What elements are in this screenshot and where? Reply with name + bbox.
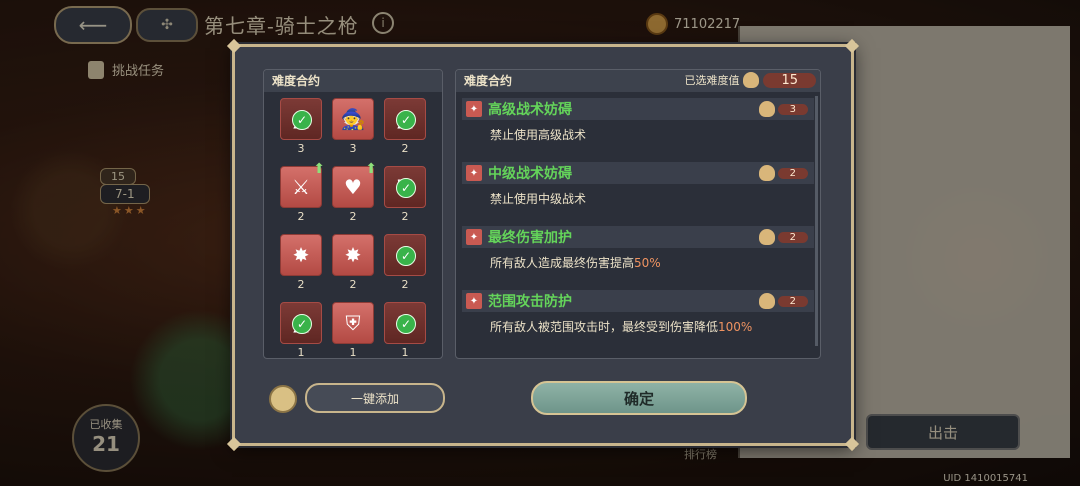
contract-icon-cell[interactable]: ⛨✓ 2 <box>384 166 426 224</box>
skull-icon <box>743 72 760 88</box>
auto-add-icon[interactable] <box>269 385 297 413</box>
contract-icon-grid: ▲✓3🧙3▲✓2⚔⬆2♥⬆2⛨✓2✸2✸2✸✓2▲✓1⛨1♥✓1 <box>280 98 426 359</box>
skull-icon <box>758 293 775 309</box>
clause-icon: ✦ <box>466 229 482 245</box>
contract-icon-cell[interactable]: ▲✓ 3 <box>280 98 322 156</box>
scrollbar[interactable] <box>815 96 818 346</box>
contract-cost: 2 <box>401 210 409 223</box>
clause-desc-highlight: 50% <box>634 256 661 270</box>
contract-tile[interactable]: ♥✓ <box>384 302 426 344</box>
contract-cost: 2 <box>297 278 305 291</box>
difficulty-contract-modal: 难度合约 ▲✓3🧙3▲✓2⚔⬆2♥⬆2⛨✓2✸2✸2✸✓2▲✓1⛨1♥✓1 难度… <box>226 38 860 452</box>
contract-icon-cell[interactable]: ✸ 2 <box>332 234 374 292</box>
contract-cost: 1 <box>401 346 409 359</box>
clause-cost: 3 <box>758 101 808 117</box>
contract-tile[interactable]: ✸ <box>332 234 374 276</box>
clause-cost-value: 2 <box>777 231 808 243</box>
contract-cost: 1 <box>297 346 305 359</box>
selected-difficulty-label: 已选难度值 <box>684 74 740 87</box>
contract-cost: 2 <box>297 210 305 223</box>
clause-cost: 2 <box>758 293 808 309</box>
clause-cost-value: 2 <box>777 167 808 179</box>
contract-icon-cell[interactable]: 🧙 3 <box>332 98 374 156</box>
clause-desc-text: 所有敌人造成最终伤害提高 <box>490 256 635 270</box>
one-click-add-button[interactable]: 一键添加 <box>305 383 445 413</box>
contract-icon-cell[interactable]: ✸✓ 2 <box>384 234 426 292</box>
contract-tile[interactable]: ▲✓ <box>280 98 322 140</box>
selected-check-icon: ✓ <box>396 314 416 334</box>
contract-tile[interactable]: ⛨ <box>332 302 374 344</box>
skull-icon <box>758 165 775 181</box>
clause-name: 高级战术妨碍 <box>488 102 572 118</box>
clause-header: ✦ 最终伤害加护 2 <box>462 226 814 248</box>
contract-clause[interactable]: ✦ 中级战术妨碍 2 禁止使用中级战术 <box>462 162 814 207</box>
clause-name: 中级战术妨碍 <box>488 166 572 182</box>
contract-cost: 2 <box>349 278 357 291</box>
contract-icon-cell[interactable]: ⚔ ⬆ 2 <box>280 161 325 224</box>
contract-cost: 2 <box>349 210 357 223</box>
clause-header: ✦ 高级战术妨碍 3 <box>462 98 814 120</box>
selected-check-icon: ✓ <box>396 178 416 198</box>
contract-icon-cell[interactable]: ⛨ 1 <box>332 302 374 359</box>
contract-glyph-icon: ✸ <box>292 243 310 267</box>
clause-header: ✦ 范围攻击防护 2 <box>462 290 814 312</box>
contract-clause[interactable]: ✦ 最终伤害加护 2 所有敌人造成最终伤害提高50% <box>462 226 814 271</box>
contract-tile[interactable]: ✸ <box>280 234 322 276</box>
selected-check-icon: ✓ <box>292 110 312 130</box>
contract-tile[interactable]: 🧙 <box>332 98 374 140</box>
clause-cost: 2 <box>758 165 808 181</box>
clause-desc-text: 所有敌人被范围攻击时，最终受到伤害降低 <box>490 320 719 334</box>
contract-icon-cell[interactable]: ▲✓ 2 <box>384 98 426 156</box>
clause-cost-value: 3 <box>777 103 808 115</box>
clause-icon: ✦ <box>466 101 482 117</box>
selected-difficulty: 已选难度值 15 <box>684 72 816 88</box>
contract-icon-cell[interactable]: ▲✓ 1 <box>280 302 322 359</box>
clause-cost: 2 <box>758 229 808 245</box>
clause-header: ✦ 中级战术妨碍 2 <box>462 162 814 184</box>
contract-icon-cell[interactable]: ♥ ⬆ 2 <box>332 161 377 224</box>
contract-tile[interactable]: ▲✓ <box>384 98 426 140</box>
contract-cost: 1 <box>349 346 357 359</box>
contract-glyph-icon: ✸ <box>344 243 362 267</box>
contract-list-panel: 难度合约 已选难度值 15 ✦ 高级战术妨碍 3 禁止使用高级战术 ✦ 中级战术妨碍 2 禁止… <box>455 69 821 359</box>
contract-glyph-icon: 🧙 <box>340 107 366 131</box>
clause-icon: ✦ <box>466 165 482 181</box>
contract-cost: 2 <box>401 142 409 155</box>
contract-icon-cell[interactable]: ✸ 2 <box>280 234 322 292</box>
contract-clause[interactable]: ✦ 范围攻击防护 2 所有敌人被范围攻击时，最终受到伤害降低100% <box>462 290 814 335</box>
selected-difficulty-value: 15 <box>763 72 816 88</box>
clause-description: 禁止使用高级战术 <box>462 120 814 143</box>
clause-desc-text: 禁止使用中级战术 <box>490 192 587 206</box>
contract-tile[interactable]: ♥ ⬆ <box>332 161 377 208</box>
clause-description: 禁止使用中级战术 <box>462 184 814 207</box>
clause-icon: ✦ <box>466 293 482 309</box>
skull-icon <box>758 229 775 245</box>
contract-cost: 3 <box>349 142 357 155</box>
contract-glyph-icon: ⛨ <box>345 311 361 335</box>
selected-check-icon: ✓ <box>396 110 416 130</box>
contract-icon-panel: 难度合约 ▲✓3🧙3▲✓2⚔⬆2♥⬆2⛨✓2✸2✸2✸✓2▲✓1⛨1♥✓1 <box>263 69 443 359</box>
clause-description: 所有敌人造成最终伤害提高50% <box>462 248 814 271</box>
confirm-button[interactable]: 确定 <box>531 381 747 415</box>
selected-check-icon: ✓ <box>292 314 312 334</box>
clause-cost-value: 2 <box>777 295 808 307</box>
contract-cost: 2 <box>401 278 409 291</box>
contract-tile[interactable]: ✸✓ <box>384 234 426 276</box>
clause-description: 所有敌人被范围攻击时，最终受到伤害降低100% <box>462 312 814 335</box>
contract-tile[interactable]: ⚔ ⬆ <box>280 161 325 208</box>
contract-icon-cell[interactable]: ♥✓ 1 <box>384 302 426 359</box>
upgrade-arrow-icon: ⬆ <box>365 161 377 177</box>
selected-check-icon: ✓ <box>396 246 416 266</box>
clause-desc-highlight: 100% <box>718 320 753 334</box>
contract-tile[interactable]: ▲✓ <box>280 302 322 344</box>
left-panel-title: 难度合约 <box>264 70 442 92</box>
upgrade-arrow-icon: ⬆ <box>313 161 325 177</box>
skull-icon <box>758 101 775 117</box>
contract-cost: 3 <box>297 142 305 155</box>
clause-desc-text: 禁止使用高级战术 <box>490 128 587 142</box>
clause-name: 范围攻击防护 <box>488 294 572 310</box>
contract-clause[interactable]: ✦ 高级战术妨碍 3 禁止使用高级战术 <box>462 98 814 143</box>
clause-name: 最终伤害加护 <box>488 230 572 246</box>
contract-tile[interactable]: ⛨✓ <box>384 166 426 208</box>
